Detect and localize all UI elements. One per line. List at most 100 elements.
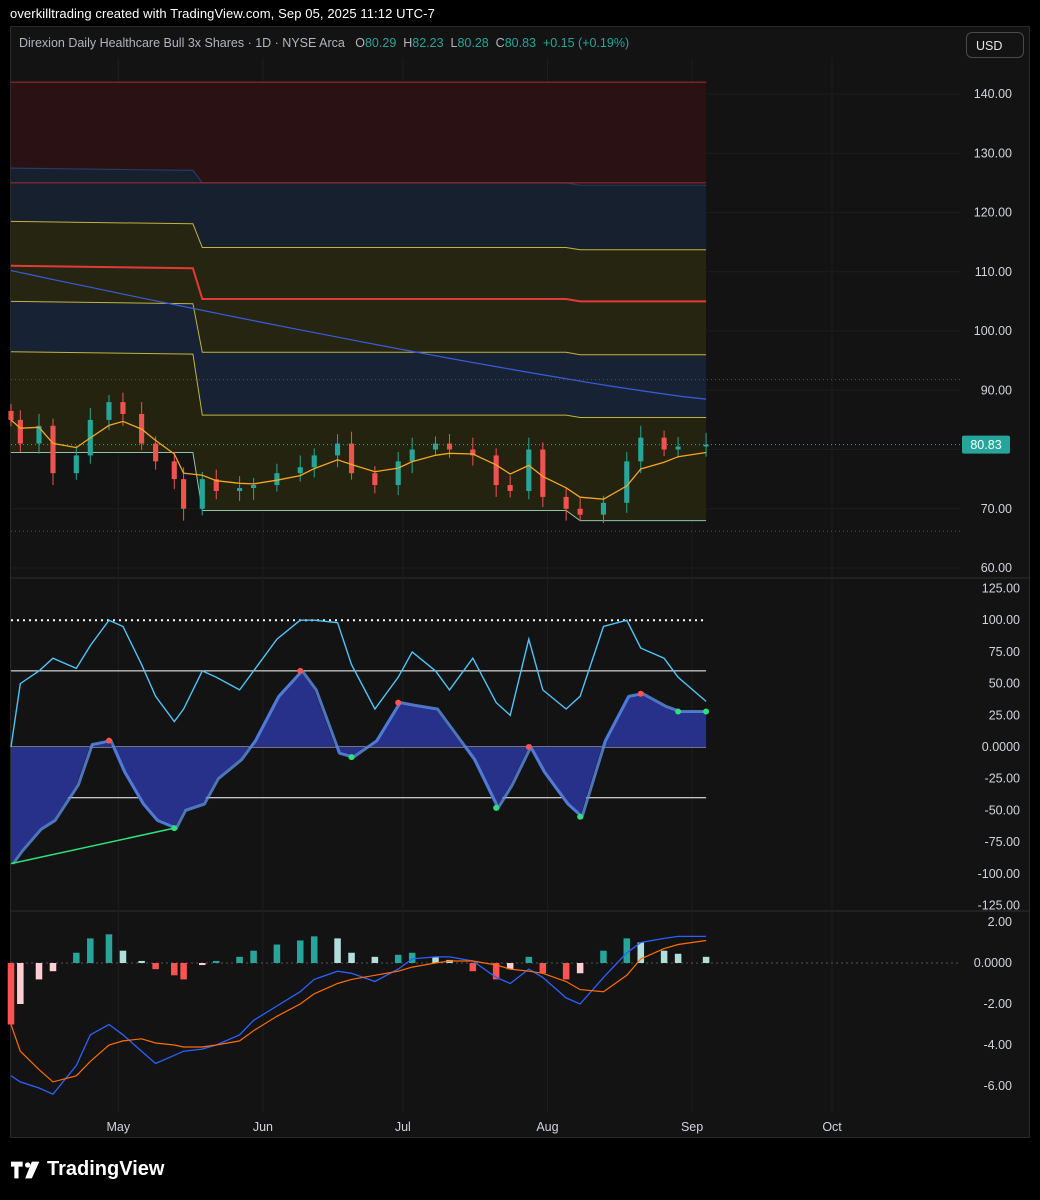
candle-body — [661, 437, 667, 450]
wave-trend-line — [11, 668, 709, 865]
buy-signal-dot — [577, 813, 584, 820]
macd-histogram-bar — [236, 956, 243, 963]
macd-histogram-bar — [35, 963, 43, 980]
macd-histogram-bar — [702, 956, 710, 963]
price-axis-tick: 120.00 — [974, 206, 1012, 220]
candle-body — [297, 467, 303, 474]
macd-axis-tick: 0.0000 — [974, 956, 1012, 970]
macd-histogram-bar — [600, 950, 607, 963]
macd-histogram-bar — [660, 950, 668, 963]
candle-body — [600, 502, 607, 515]
candle-body — [153, 443, 159, 462]
macd-histogram-bar — [371, 956, 379, 963]
price-axis-tick: 70.00 — [981, 502, 1012, 516]
red-zone-fill — [11, 82, 707, 183]
buy-signal-dot — [675, 708, 682, 715]
oscillator-axis-tick: 0.0000 — [982, 740, 1020, 754]
candle-body — [624, 461, 630, 503]
oscillator-axis-tick: 25.00 — [989, 708, 1020, 722]
oscillator-axis-tick: -75.00 — [985, 835, 1020, 849]
macd-axis-tick: 2.00 — [988, 915, 1012, 929]
buy-signal-dot — [703, 708, 710, 715]
chart-canvas[interactable]: 140.00 130.00 120.00 110.00 100.00 90.00 70.00… — [0, 0, 1040, 1200]
wave-area — [11, 670, 707, 864]
candle-body — [563, 496, 569, 509]
macd-histogram-bar — [273, 944, 281, 963]
time-axis-label: Aug — [536, 1120, 558, 1134]
oscillator-axis-tick: 100.00 — [982, 613, 1020, 627]
candle — [181, 467, 187, 521]
candle-body — [409, 449, 415, 462]
candle-body — [199, 479, 205, 509]
price-axis-tick: 100.00 — [974, 324, 1012, 338]
candle-body — [8, 410, 14, 420]
macd-histogram-bar — [152, 963, 159, 970]
candle-body — [446, 443, 453, 450]
macd-histogram-bar — [7, 963, 15, 1025]
buy-signal-dot — [493, 804, 500, 811]
candle — [50, 418, 56, 486]
oscillator-axis-tick: -125.00 — [978, 899, 1020, 913]
candle-body — [50, 425, 56, 474]
macd-histogram-bar — [250, 950, 257, 963]
price-axis-tick: 130.00 — [974, 146, 1012, 160]
tradingview-logo-icon — [11, 1161, 40, 1178]
macd-axis-tick: -2.00 — [984, 997, 1013, 1011]
macd-histogram-bar — [525, 956, 533, 963]
macd-histogram-bar — [17, 963, 24, 1004]
candle-body — [395, 461, 401, 486]
macd-histogram-bar — [408, 952, 416, 963]
macd-histogram-bar — [637, 942, 645, 963]
oscillator-axis-tick: 125.00 — [982, 582, 1020, 596]
macd-histogram-bar — [334, 938, 341, 963]
oscillator-axis-tick: -50.00 — [985, 803, 1020, 817]
candle-body — [251, 485, 257, 489]
macd-histogram-bar — [348, 952, 355, 963]
candle-body — [106, 402, 112, 420]
last-price-label: 80.83 — [970, 438, 1001, 452]
buy-signal-dot — [348, 754, 355, 761]
price-axis-tick: 60.00 — [981, 561, 1012, 575]
sell-signal-dot — [637, 690, 644, 697]
candle-body — [638, 437, 644, 462]
macd-histogram-bar — [469, 963, 477, 972]
candle-body — [348, 443, 355, 474]
candle-body — [577, 508, 583, 515]
sell-signal-dot — [395, 699, 402, 706]
macd-histogram-bar — [562, 963, 570, 980]
macd-axis-tick: -6.00 — [984, 1079, 1013, 1093]
macd-histogram-bar — [539, 963, 547, 974]
price-axis-tick: 110.00 — [975, 265, 1012, 279]
macd-histogram-bar — [296, 940, 304, 963]
macd-histogram-bar — [394, 954, 402, 963]
macd-histogram-bar — [119, 950, 127, 963]
time-axis-label: May — [106, 1120, 130, 1134]
candle-body — [120, 402, 126, 414]
candle-body — [493, 455, 499, 486]
oscillator-axis-tick: -25.00 — [985, 772, 1020, 786]
price-axis-tick: 140.00 — [974, 87, 1012, 101]
candle-body — [181, 479, 187, 509]
macd-histogram-bar — [49, 963, 57, 972]
oscillator-line — [10, 619, 707, 748]
candle-body — [171, 461, 177, 480]
candle-body — [311, 455, 317, 468]
time-axis-label: Oct — [822, 1120, 842, 1134]
candle-body — [372, 473, 378, 486]
candle-body — [17, 419, 23, 444]
tradingview-brand[interactable]: TradingView — [11, 1158, 164, 1181]
oscillator-axis-tick: 75.00 — [989, 645, 1020, 659]
time-axis-label: Jun — [253, 1120, 273, 1134]
candle-body — [507, 485, 513, 491]
macd-axis-tick: -4.00 — [984, 1038, 1013, 1052]
time-axis-label: Sep — [681, 1120, 703, 1134]
candle-body — [432, 443, 439, 450]
candle-body — [675, 446, 681, 450]
time-axis-label: Jul — [395, 1120, 411, 1134]
macd-histogram-bar — [138, 960, 145, 963]
sell-signal-dot — [105, 737, 112, 744]
candle-body — [703, 444, 709, 447]
macd-histogram-bar — [105, 934, 113, 963]
macd-histogram-bar — [212, 960, 220, 963]
macd-histogram-bar — [199, 963, 206, 966]
